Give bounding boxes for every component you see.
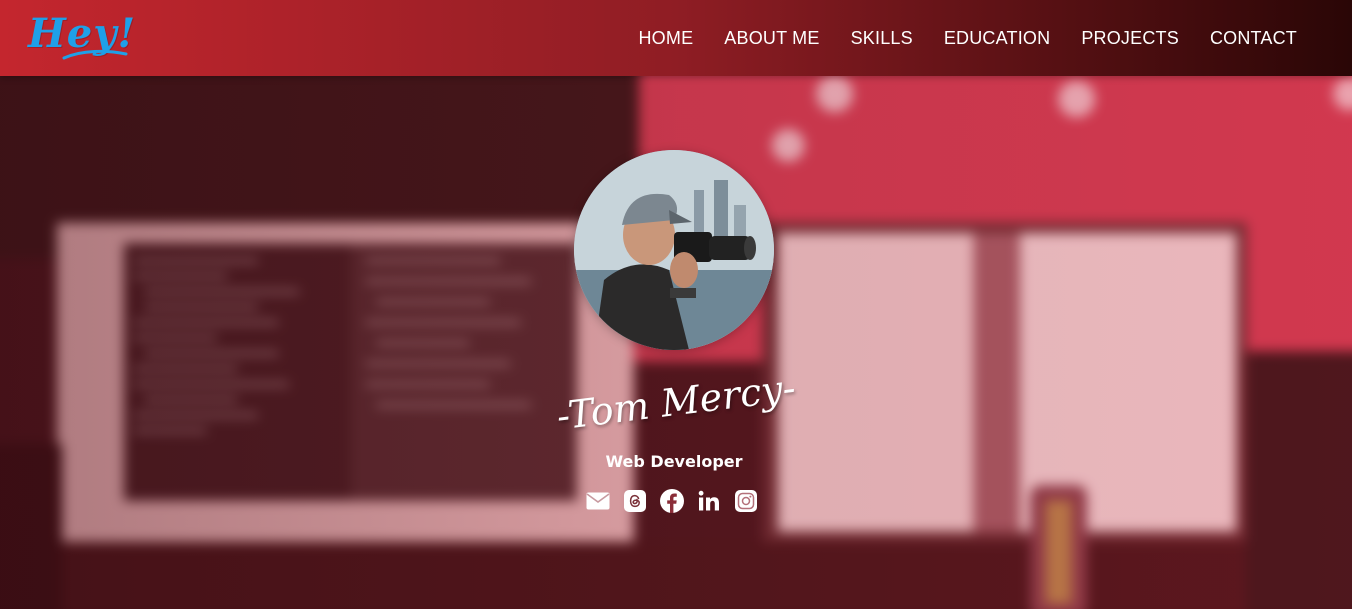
- nav-projects[interactable]: PROJECTS: [1081, 28, 1179, 49]
- avatar: [574, 150, 774, 350]
- nav-about-me[interactable]: ABOUT ME: [724, 28, 819, 49]
- navbar: Hey! HOME ABOUT ME SKILLS EDUCATION PROJ…: [0, 0, 1352, 76]
- nav-contact[interactable]: CONTACT: [1210, 28, 1297, 49]
- instagram-icon[interactable]: [734, 488, 758, 514]
- envelope-icon[interactable]: [586, 488, 610, 514]
- nav-education[interactable]: EDUCATION: [944, 28, 1050, 49]
- nav-skills[interactable]: SKILLS: [851, 28, 913, 49]
- profile-role: Web Developer: [605, 452, 743, 471]
- logo-swoosh-icon: [62, 49, 128, 60]
- page: Hey! HOME ABOUT ME SKILLS EDUCATION PROJ…: [0, 0, 1352, 609]
- social-links: [586, 488, 758, 514]
- linkedin-icon[interactable]: [697, 488, 721, 514]
- nav-home[interactable]: HOME: [638, 28, 693, 49]
- nav-menu: HOME ABOUT ME SKILLS EDUCATION PROJECTS …: [638, 28, 1297, 49]
- facebook-icon[interactable]: [660, 488, 684, 514]
- threads-icon[interactable]: [623, 488, 647, 514]
